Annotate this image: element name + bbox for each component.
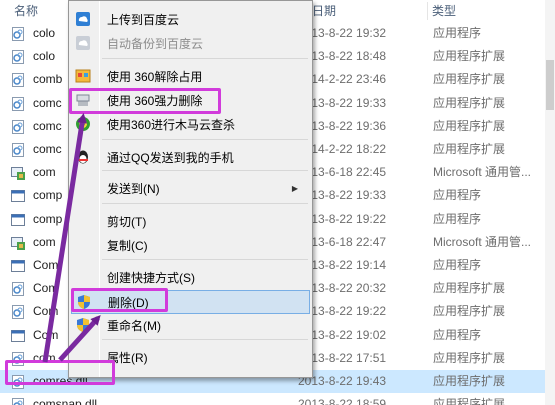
arrow-to-360-delete <box>42 113 88 363</box>
annotation-arrows <box>42 113 101 363</box>
arrow-to-delete <box>58 315 101 362</box>
